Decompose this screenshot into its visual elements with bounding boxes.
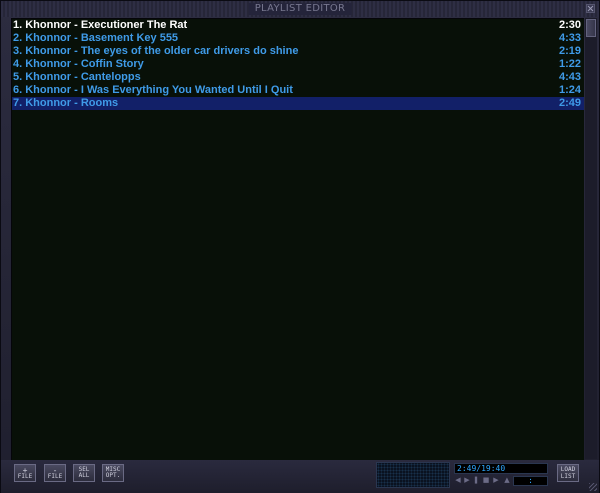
load-list-label-1: LOAD (560, 466, 576, 473)
remove-file-label: FILE (47, 473, 63, 480)
track-title: 2. Khonnor - Basement Key 555 (13, 32, 179, 44)
add-file-button[interactable]: + FILE (14, 464, 36, 482)
track-title: 4. Khonnor - Coffin Story (13, 58, 144, 70)
pause-icon[interactable]: ❚ (472, 476, 480, 485)
track-length: 4:33 (558, 32, 581, 44)
track-title: 6. Khonnor - I Was Everything You Wanted… (13, 84, 293, 96)
track-title: 5. Khonnor - Cantelopps (13, 71, 141, 83)
time-display: 2:49/19:40 (454, 463, 548, 474)
playlist-pane[interactable]: 1. Khonnor - Executioner The Rat 2:30 2. K… (11, 18, 584, 460)
playlist-scrollbar[interactable] (585, 18, 597, 459)
select-label-bottom: ALL (78, 472, 90, 479)
track-length: 2:30 (558, 19, 581, 31)
window-title: PLAYLIST EDITOR (248, 3, 352, 15)
misc-options-button[interactable]: MISC OPT. (102, 464, 124, 482)
load-list-label-2: LIST (560, 473, 576, 480)
playlist-track[interactable]: 7. Khonnor - Rooms 2:49 (12, 97, 584, 110)
prev-icon[interactable]: ◀ (454, 476, 462, 485)
playlist-track[interactable]: 5. Khonnor - Cantelopps 4:43 (12, 71, 584, 84)
playlist-tracks: 1. Khonnor - Executioner The Rat 2:30 2. K… (12, 19, 584, 110)
misc-label-bottom: OPT. (105, 472, 121, 479)
playlist-track[interactable]: 2. Khonnor - Basement Key 555 4:33 (12, 32, 584, 45)
track-length: 2:49 (558, 97, 581, 109)
playlist-track[interactable]: 1. Khonnor - Executioner The Rat 2:30 (12, 19, 584, 32)
track-length: 1:24 (558, 84, 581, 96)
next-icon[interactable]: ▶ (492, 476, 500, 485)
track-length: 4:43 (558, 71, 581, 83)
visualization-display[interactable] (376, 462, 450, 488)
load-list-button[interactable]: LOAD LIST (557, 464, 579, 482)
playlist-track[interactable]: 4. Khonnor - Coffin Story 1:22 (12, 58, 584, 71)
bottom-toolbar: + FILE - FILE SEL ALL MISC OPT. 2:49/19:… (1, 460, 599, 493)
remove-file-button[interactable]: - FILE (44, 464, 66, 482)
scrollbar-thumb[interactable] (586, 19, 596, 37)
add-file-label: FILE (17, 473, 33, 480)
select-all-button[interactable]: SEL ALL (73, 464, 95, 482)
title-bar[interactable]: PLAYLIST EDITOR (1, 1, 599, 17)
track-title: 1. Khonnor - Executioner The Rat (13, 19, 188, 31)
play-icon[interactable]: ▶ (463, 476, 471, 485)
resize-grip-icon[interactable] (589, 483, 597, 491)
eject-icon[interactable]: ▲ (503, 476, 511, 485)
track-length: 2:19 (558, 45, 581, 57)
track-title: 7. Khonnor - Rooms (13, 97, 119, 109)
playlist-track[interactable]: 6. Khonnor - I Was Everything You Wanted… (12, 84, 584, 97)
close-button[interactable] (586, 4, 595, 13)
mini-transport-controls: ◀ ▶ ❚ ■ ▶ ▲ (454, 476, 512, 486)
stop-icon[interactable]: ■ (482, 476, 490, 485)
playlist-editor-window: PLAYLIST EDITOR 1. Khonnor - Executioner… (0, 0, 600, 493)
mini-time-display: : (513, 476, 548, 486)
playlist-track[interactable]: 3. Khonnor - The eyes of the older car d… (12, 45, 584, 58)
track-length: 1:22 (558, 58, 581, 70)
track-title: 3. Khonnor - The eyes of the older car d… (13, 45, 299, 57)
